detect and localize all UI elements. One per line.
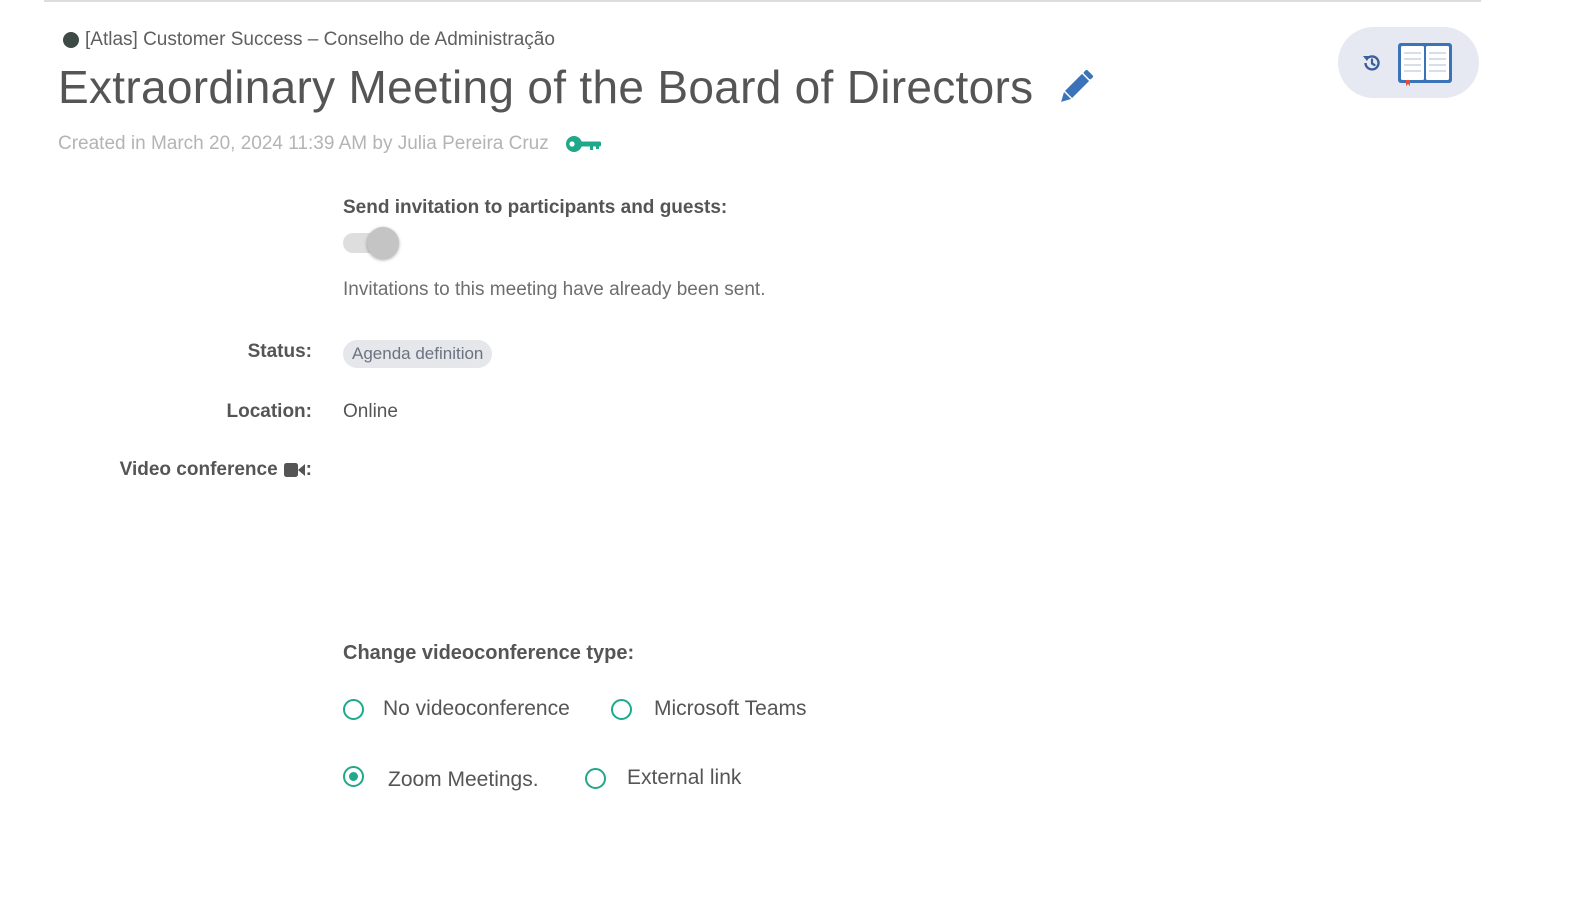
organization-name: [Atlas] Customer Success – Conselho de A… [85, 29, 555, 50]
created-text: Created in March 20, 2024 11:39 AM by Ju… [58, 133, 549, 154]
radio-circle-selected [343, 765, 364, 787]
key-icon[interactable] [565, 133, 603, 155]
radio-circle [611, 698, 632, 720]
radio-microsoft-teams[interactable]: Microsoft Teams [611, 697, 807, 721]
organization-dot-icon [63, 32, 79, 48]
video-conference-colon: : [305, 459, 312, 480]
radio-label: No videoconference [383, 697, 570, 720]
video-conference-label: Video conference : [120, 459, 312, 481]
video-conference-text: Video conference [119, 459, 278, 480]
top-divider [44, 0, 1481, 2]
status-label: Status: [247, 341, 312, 362]
toggle-knob [367, 227, 399, 259]
organization-line: [Atlas] Customer Success – Conselho de A… [63, 29, 555, 51]
invitation-note: Invitations to this meeting have already… [343, 279, 766, 300]
invitation-toggle[interactable] [343, 227, 401, 259]
page-title: Extraordinary Meeting of the Board of Di… [58, 61, 1034, 113]
created-info: Created in March 20, 2024 11:39 AM by Ju… [58, 133, 603, 155]
radio-external-link[interactable]: External link [585, 764, 742, 789]
top-actions-pill [1338, 27, 1479, 98]
radio-circle [343, 698, 364, 720]
book-icon[interactable] [1396, 38, 1454, 88]
radio-label: External link [627, 766, 742, 789]
location-label: Location: [226, 401, 313, 422]
videoconference-type-label: Change videoconference type: [343, 642, 635, 664]
status-badge: Agenda definition [343, 340, 493, 368]
meeting-page: [Atlas] Customer Success – Conselho de A… [0, 0, 1572, 908]
history-icon[interactable] [1358, 49, 1386, 77]
radio-circle [585, 767, 606, 789]
video-camera-icon [283, 462, 306, 478]
radio-zoom-meetings[interactable]: Zoom Meetings. [343, 764, 539, 791]
invitation-label: Send invitation to participants and gues… [343, 197, 728, 218]
pencil-icon[interactable] [1053, 64, 1099, 110]
title-row: Extraordinary Meeting of the Board of Di… [58, 60, 1099, 114]
radio-label: Zoom Meetings. [388, 768, 539, 791]
radio-label: Microsoft Teams [654, 697, 807, 720]
location-value: Online [343, 401, 398, 422]
radio-no-videoconference[interactable]: No videoconference [343, 697, 570, 721]
